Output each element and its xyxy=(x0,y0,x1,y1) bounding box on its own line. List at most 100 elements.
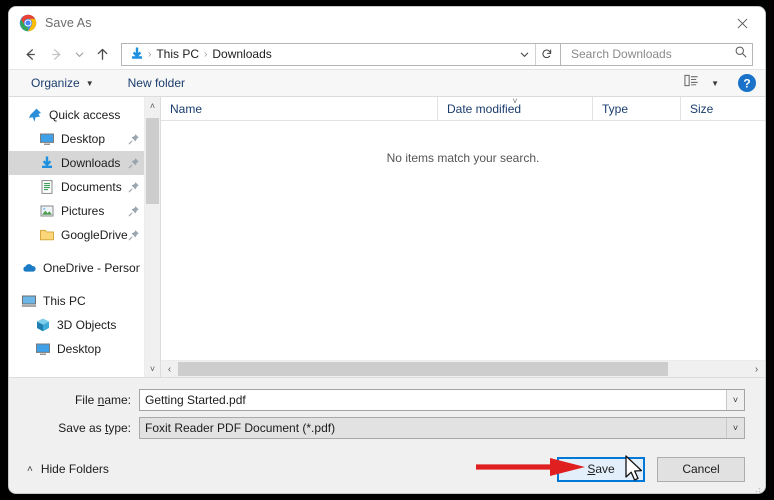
column-label: Name xyxy=(170,101,203,116)
sort-indicator-icon: ˅ xyxy=(512,96,518,106)
file-list-horizontal-scrollbar[interactable]: ‹ › xyxy=(161,360,765,377)
sidebar-item-downloads[interactable]: Downloads xyxy=(9,151,144,175)
navigation-pane: Quick access Desktop Downloads Documents… xyxy=(9,97,161,377)
sidebar-item-label: Documents xyxy=(61,180,122,194)
cancel-button[interactable]: Cancel xyxy=(657,456,745,482)
window-title: Save As xyxy=(45,16,92,30)
address-bar[interactable]: › This PC › Downloads xyxy=(121,42,561,66)
dialog-body: Quick access Desktop Downloads Documents… xyxy=(9,97,765,377)
sidebar-item-label: Pictures xyxy=(61,204,105,218)
pin-icon[interactable] xyxy=(128,133,140,145)
3d-objects-icon xyxy=(35,317,51,333)
refresh-icon[interactable] xyxy=(536,44,558,65)
save-as-type-value[interactable]: Foxit Reader PDF Document (*.pdf) xyxy=(140,418,726,438)
file-name-label: File name: xyxy=(29,393,139,407)
desktop-monitor-icon xyxy=(39,131,55,147)
sidebar-item-label: Downloads xyxy=(61,156,121,170)
organize-label: Organize xyxy=(31,76,80,90)
navigation-bar: › This PC › Downloads xyxy=(9,39,765,69)
sidebar-item-pictures[interactable]: Pictures xyxy=(9,199,144,223)
file-name-row: File name: Getting Started.pdf ˅ xyxy=(29,388,745,412)
hide-folders-button[interactable]: ˄ Hide Folders xyxy=(27,462,109,476)
sidebar-item-3d-objects[interactable]: 3D Objects xyxy=(9,313,144,337)
file-list[interactable]: No items match your search. xyxy=(161,121,765,360)
sidebar-scroll-track[interactable] xyxy=(145,114,160,360)
onedrive-cloud-icon xyxy=(21,260,37,276)
view-layout-icon xyxy=(684,73,699,93)
organize-button[interactable]: Organize ▼ xyxy=(25,72,100,94)
save-as-type-row: Save as type: Foxit Reader PDF Document … xyxy=(29,416,745,440)
sidebar-item-label: Desktop xyxy=(57,342,102,356)
recent-locations-chevron-down-icon[interactable] xyxy=(69,42,89,66)
search-icon[interactable] xyxy=(734,45,748,64)
view-chevron-down-icon: ▼ xyxy=(711,78,719,88)
hscroll-thumb[interactable] xyxy=(178,362,669,376)
column-header-name[interactable]: Name xyxy=(161,97,437,120)
pin-icon[interactable] xyxy=(128,229,140,241)
sidebar-item-desktop[interactable]: Desktop xyxy=(9,127,144,151)
hscroll-track[interactable] xyxy=(178,361,748,377)
title-bar: Save As xyxy=(9,7,765,39)
save-as-dialog: Save As › This PC › Downloads Search Dow… xyxy=(8,6,766,494)
save-as-type-select[interactable]: Foxit Reader PDF Document (*.pdf) ˅ xyxy=(139,417,745,439)
sidebar-item-label: 3D Objects xyxy=(57,318,117,332)
search-input[interactable] xyxy=(569,46,734,62)
view-options-button[interactable]: ▼ xyxy=(680,72,723,94)
sidebar-item-this-pc[interactable]: This PC xyxy=(9,289,144,313)
column-header-size[interactable]: Size xyxy=(680,97,765,120)
downloads-arrow-icon xyxy=(39,155,55,171)
sidebar-item-label: OneDrive - Person xyxy=(43,261,140,275)
toolbar: Organize ▼ New folder ▼ ? xyxy=(9,69,765,97)
scroll-down-icon[interactable]: ˅ xyxy=(145,360,160,377)
save-button[interactable]: Save xyxy=(557,456,645,482)
sidebar-item-label: Quick access xyxy=(49,108,121,122)
close-icon[interactable] xyxy=(719,7,765,39)
scroll-up-icon[interactable]: ˄ xyxy=(145,97,160,114)
address-dropdown-chevron-down-icon[interactable] xyxy=(513,44,535,65)
desktop-monitor-icon xyxy=(35,341,51,357)
sidebar-item-documents[interactable]: Documents xyxy=(9,175,144,199)
column-label: Size xyxy=(690,101,714,116)
help-icon[interactable]: ? xyxy=(737,73,757,93)
pin-icon[interactable] xyxy=(128,157,140,169)
resize-grip[interactable] xyxy=(751,480,761,493)
scroll-right-icon[interactable]: › xyxy=(748,361,765,377)
breadcrumb-item-downloads[interactable]: Downloads xyxy=(207,47,276,61)
scroll-left-icon[interactable]: ‹ xyxy=(161,361,178,377)
column-headers: Name ˅ Date modified Type Size xyxy=(161,97,765,121)
file-name-label-pre: File xyxy=(74,393,98,407)
column-label: Date modified xyxy=(447,101,522,116)
sidebar-item-quick-access[interactable]: Quick access xyxy=(9,103,144,127)
back-button[interactable] xyxy=(17,42,43,66)
sidebar-item-label: Desktop xyxy=(61,132,106,146)
breadcrumb-item-this-pc[interactable]: This PC xyxy=(151,47,204,61)
sidebar-scroll-thumb[interactable] xyxy=(146,118,159,204)
sidebar-item-googledrive[interactable]: GoogleDrive xyxy=(9,223,144,247)
column-header-type[interactable]: Type xyxy=(592,97,680,120)
this-pc-icon xyxy=(21,293,37,309)
up-button[interactable] xyxy=(89,42,115,66)
sidebar-item-desktop-pc[interactable]: Desktop xyxy=(9,337,144,361)
file-name-chevron-down-icon[interactable]: ˅ xyxy=(726,390,744,410)
sidebar-item-onedrive[interactable]: OneDrive - Person xyxy=(9,256,144,280)
file-name-value[interactable]: Getting Started.pdf xyxy=(140,390,726,410)
cancel-label: Cancel xyxy=(682,462,720,476)
sidebar-item-label: This PC xyxy=(43,294,86,308)
save-as-type-chevron-down-icon[interactable]: ˅ xyxy=(726,418,744,438)
column-header-date-modified[interactable]: ˅ Date modified xyxy=(437,97,592,120)
file-list-pane: Name ˅ Date modified Type Size No items … xyxy=(161,97,765,377)
save-as-type-label-pre: Save as xyxy=(58,421,105,435)
pin-icon[interactable] xyxy=(128,181,140,193)
save-as-type-label-post: ype: xyxy=(108,421,131,435)
sidebar-scrollbar[interactable]: ˄ ˅ xyxy=(144,97,160,377)
new-folder-button[interactable]: New folder xyxy=(122,72,191,94)
downloads-folder-icon xyxy=(129,46,145,62)
search-box[interactable] xyxy=(561,42,753,66)
forward-button[interactable] xyxy=(43,42,69,66)
svg-text:?: ? xyxy=(743,77,750,91)
pin-icon[interactable] xyxy=(128,205,140,217)
file-name-input[interactable]: Getting Started.pdf ˅ xyxy=(139,389,745,411)
save-as-type-label: Save as type: xyxy=(29,421,139,435)
pictures-icon xyxy=(39,203,55,219)
